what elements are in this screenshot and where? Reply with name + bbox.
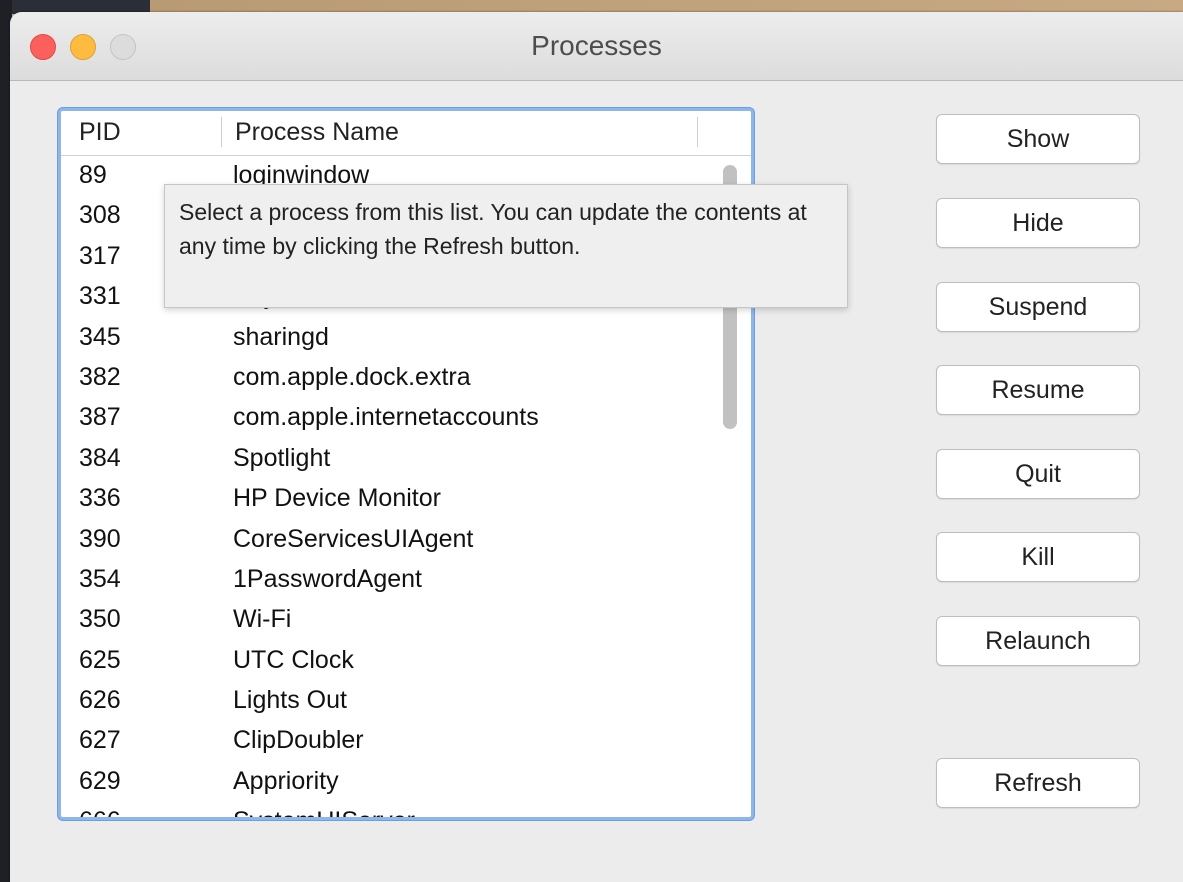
table-row[interactable]: 354 1PasswordAgent	[61, 559, 751, 599]
pid-cell: 390	[79, 524, 121, 553]
process-name-cell: ClipDoubler	[233, 726, 364, 755]
pid-cell: 382	[79, 362, 121, 391]
suspend-button[interactable]: Suspend	[936, 282, 1140, 332]
table-row[interactable]: 382 com.apple.dock.extra	[61, 357, 751, 397]
pid-cell: 625	[79, 645, 121, 674]
process-name-cell: Spotlight	[233, 443, 331, 472]
column-separator[interactable]	[697, 117, 698, 147]
column-header-process-name[interactable]: Process Name	[235, 118, 399, 147]
table-row[interactable]: 629 Appriority	[61, 761, 751, 801]
process-name-cell: 1PasswordAgent	[233, 564, 423, 593]
pid-cell: 336	[79, 484, 121, 513]
table-row[interactable]: 336 HP Device Monitor	[61, 478, 751, 518]
relaunch-button[interactable]: Relaunch	[936, 616, 1140, 666]
table-row[interactable]: 345 sharingd	[61, 317, 751, 357]
process-name-cell: Lights Out	[233, 686, 347, 715]
column-separator[interactable]	[221, 117, 222, 147]
kill-button[interactable]: Kill	[936, 532, 1140, 582]
table-row[interactable]: 625 UTC Clock	[61, 640, 751, 680]
pid-cell: 384	[79, 443, 121, 472]
table-row[interactable]: 387 com.apple.internetaccounts	[61, 397, 751, 437]
pid-cell: 308	[79, 201, 121, 230]
pid-cell: 627	[79, 726, 121, 755]
pid-cell: 387	[79, 403, 121, 432]
process-name-cell: com.apple.internetaccounts	[233, 403, 539, 432]
pid-cell: 629	[79, 766, 121, 795]
process-name-cell: com.apple.dock.extra	[233, 362, 471, 391]
table-row[interactable]: 666 SystemUIServer	[61, 801, 751, 817]
processes-window: Processes PID Process Name 89 loginwindow…	[10, 12, 1183, 882]
process-name-cell: CoreServicesUIAgent	[233, 524, 474, 553]
process-name-cell: UTC Clock	[233, 645, 354, 674]
pid-cell: 354	[79, 564, 121, 593]
refresh-button[interactable]: Refresh	[936, 758, 1140, 808]
list-header: PID Process Name	[61, 111, 751, 156]
table-row[interactable]: 627 ClipDoubler	[61, 720, 751, 760]
column-header-pid[interactable]: PID	[79, 118, 121, 147]
title-bar[interactable]: Processes	[10, 12, 1183, 81]
process-name-cell: SystemUIServer	[233, 807, 415, 817]
process-name-cell: sharingd	[233, 322, 329, 351]
hide-button[interactable]: Hide	[936, 198, 1140, 248]
pid-cell: 345	[79, 322, 121, 351]
table-row[interactable]: 350 Wi-Fi	[61, 599, 751, 639]
process-name-cell: Wi-Fi	[233, 605, 292, 634]
pid-cell: 350	[79, 605, 121, 634]
pid-cell: 626	[79, 686, 121, 715]
pid-cell: 666	[79, 807, 121, 817]
process-name-cell: Appriority	[233, 766, 339, 795]
process-name-cell: HP Device Monitor	[233, 484, 441, 513]
list-tooltip: Select a process from this list. You can…	[164, 184, 848, 308]
pid-cell: 331	[79, 282, 121, 311]
show-button[interactable]: Show	[936, 114, 1140, 164]
resume-button[interactable]: Resume	[936, 365, 1140, 415]
quit-button[interactable]: Quit	[936, 449, 1140, 499]
table-row[interactable]: 626 Lights Out	[61, 680, 751, 720]
pid-cell: 89	[79, 161, 107, 189]
pid-cell: 317	[79, 241, 121, 270]
table-row[interactable]: 384 Spotlight	[61, 438, 751, 478]
window-title: Processes	[531, 30, 662, 61]
table-row[interactable]: 390 CoreServicesUIAgent	[61, 519, 751, 559]
